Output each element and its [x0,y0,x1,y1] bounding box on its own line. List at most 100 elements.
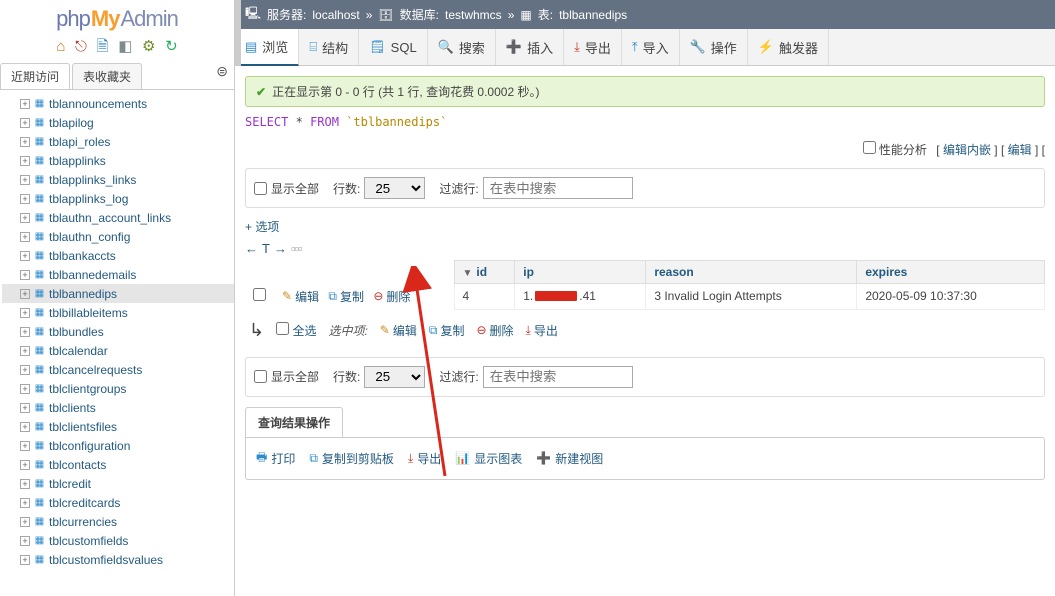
expand-icon[interactable]: + [20,156,30,166]
sel-edit[interactable]: ✎编辑 [380,322,417,339]
expand-icon[interactable]: + [20,422,30,432]
op-print[interactable]: 🖶打印 [256,448,295,469]
sort-control[interactable]: ← T → ▫▫▫ [245,239,1045,260]
docs-icon[interactable]: 🗎 [97,36,109,61]
expand-icon[interactable]: + [20,327,30,337]
tree-item-tblapilog[interactable]: +▦tblapilog [2,113,234,132]
tree-item-tblconfiguration[interactable]: +▦tblconfiguration [2,436,234,455]
tree-item-tblapplinks_links[interactable]: +▦tblapplinks_links [2,170,234,189]
expand-icon[interactable]: + [20,384,30,394]
expand-icon[interactable]: + [20,194,30,204]
expand-icon[interactable]: + [20,308,30,318]
tree-item-tblannouncements[interactable]: +▦tblannouncements [2,94,234,113]
show-all-checkbox[interactable] [254,182,267,195]
op-chart[interactable]: 📊显示图表 [455,448,522,469]
tree-item-tblcreditcards[interactable]: +▦tblcreditcards [2,493,234,512]
expand-icon[interactable]: + [20,536,30,546]
sidebar-collapse-icon[interactable]: ⊜ [216,63,228,80]
row-checkbox[interactable] [253,288,266,301]
rows-select[interactable]: 25 [364,177,425,199]
tab-recent[interactable]: 近期访问 [0,63,70,89]
tree-item-tblbannedemails[interactable]: +▦tblbannedemails [2,265,234,284]
tab-export[interactable]: ⤓导出 [564,29,622,65]
gear-icon[interactable]: ⚙ [142,37,155,55]
expand-icon[interactable]: + [20,251,30,261]
expand-icon[interactable]: + [20,403,30,413]
expand-icon[interactable]: + [20,137,30,147]
tree-item-tblapi_roles[interactable]: +▦tblapi_roles [2,132,234,151]
expand-icon[interactable]: + [20,289,30,299]
row-edit-link[interactable]: ✎编辑 [282,288,319,305]
tree-item-tblcontacts[interactable]: +▦tblcontacts [2,455,234,474]
tab-import[interactable]: ⤒导入 [622,29,680,65]
expand-icon[interactable]: + [20,555,30,565]
expand-icon[interactable]: + [20,365,30,375]
home-icon[interactable]: ⌂ [56,38,65,55]
filter-input[interactable] [483,177,633,199]
filter-input-2[interactable] [483,366,633,388]
breadcrumb-server[interactable]: localhost [312,8,359,22]
cell-expires[interactable]: 2020-05-09 10:37:30 [857,284,1045,310]
row-delete-link[interactable]: ⊖删除 [373,288,410,305]
logout-icon[interactable]: ⎋ [75,38,87,55]
op-clipboard[interactable]: ⧉复制到剪贴板 [309,448,394,469]
extra-options[interactable]: + 选项 [245,214,1045,239]
check-all-link[interactable]: 全选 [292,322,316,339]
cell-id[interactable]: 4 [454,284,515,310]
tree-item-tblbundles[interactable]: +▦tblbundles [2,322,234,341]
cell-ip[interactable]: 1. .41 [515,284,646,310]
tree-item-tblbillableitems[interactable]: +▦tblbillableitems [2,303,234,322]
expand-icon[interactable]: + [20,99,30,109]
op-create-view[interactable]: ➕新建视图 [536,448,603,469]
tree-item-tblbannedips[interactable]: +▦tblbannedips [2,284,234,303]
expand-icon[interactable]: + [20,346,30,356]
tree-item-tblclientsfiles[interactable]: +▦tblclientsfiles [2,417,234,436]
col-expires[interactable]: expires [857,261,1045,284]
tree-item-tblapplinks[interactable]: +▦tblapplinks [2,151,234,170]
sel-delete[interactable]: ⊖删除 [476,322,513,339]
sel-export[interactable]: ⤓导出 [526,322,558,339]
check-all[interactable] [276,322,289,335]
expand-icon[interactable]: + [20,175,30,185]
edit-inline-link[interactable]: 编辑内嵌 [943,143,991,157]
tree-item-tblauthn_account_links[interactable]: +▦tblauthn_account_links [2,208,234,227]
expand-icon[interactable]: + [20,213,30,223]
col-ip[interactable]: ip [515,261,646,284]
tab-operations[interactable]: 🔧操作 [680,29,748,65]
cell-reason[interactable]: 3 Invalid Login Attempts [646,284,857,310]
tab-search[interactable]: 🔍搜索 [428,29,496,65]
edit-link[interactable]: 编辑 [1008,143,1032,157]
tree-item-tblcurrencies[interactable]: +▦tblcurrencies [2,512,234,531]
expand-icon[interactable]: + [20,118,30,128]
tab-structure[interactable]: ⌸结构 [299,29,359,65]
row-copy-link[interactable]: ⧉复制 [328,288,364,305]
op-export[interactable]: ⤓导出 [408,448,441,469]
rows-select-2[interactable]: 25 [364,366,425,388]
col-reason[interactable]: reason [646,261,857,284]
tree-item-tblbankaccts[interactable]: +▦tblbankaccts [2,246,234,265]
tab-favorites[interactable]: 表收藏夹 [72,63,142,89]
breadcrumb-db[interactable]: testwhmcs [445,8,502,22]
tree-item-tblcustomfields[interactable]: +▦tblcustomfields [2,531,234,550]
tree-item-tblcustomfieldsvalues[interactable]: +▦tblcustomfieldsvalues [2,550,234,569]
tree-item-tblapplinks_log[interactable]: +▦tblapplinks_log [2,189,234,208]
tree-item-tblcredit[interactable]: +▦tblcredit [2,474,234,493]
breadcrumb-table[interactable]: tblbannedips [559,8,627,22]
tab-insert[interactable]: ➕插入 [496,29,564,65]
tab-sql[interactable]: 🗒SQL [359,29,428,65]
show-all-checkbox-2[interactable] [254,370,267,383]
expand-icon[interactable]: + [20,498,30,508]
expand-icon[interactable]: + [20,232,30,242]
expand-icon[interactable]: + [20,460,30,470]
tree-item-tblclientgroups[interactable]: +▦tblclientgroups [2,379,234,398]
nav-settings-icon[interactable]: ◧ [118,37,132,55]
tree-item-tblclients[interactable]: +▦tblclients [2,398,234,417]
tree-item-tblauthn_config[interactable]: +▦tblauthn_config [2,227,234,246]
col-id[interactable]: ▼id [454,261,515,284]
tab-browse[interactable]: ▤浏览 [235,29,299,66]
tab-triggers[interactable]: ⚡触发器 [748,29,829,65]
expand-icon[interactable]: + [20,270,30,280]
expand-icon[interactable]: + [20,441,30,451]
expand-icon[interactable]: + [20,479,30,489]
profiling-checkbox[interactable] [863,141,876,154]
